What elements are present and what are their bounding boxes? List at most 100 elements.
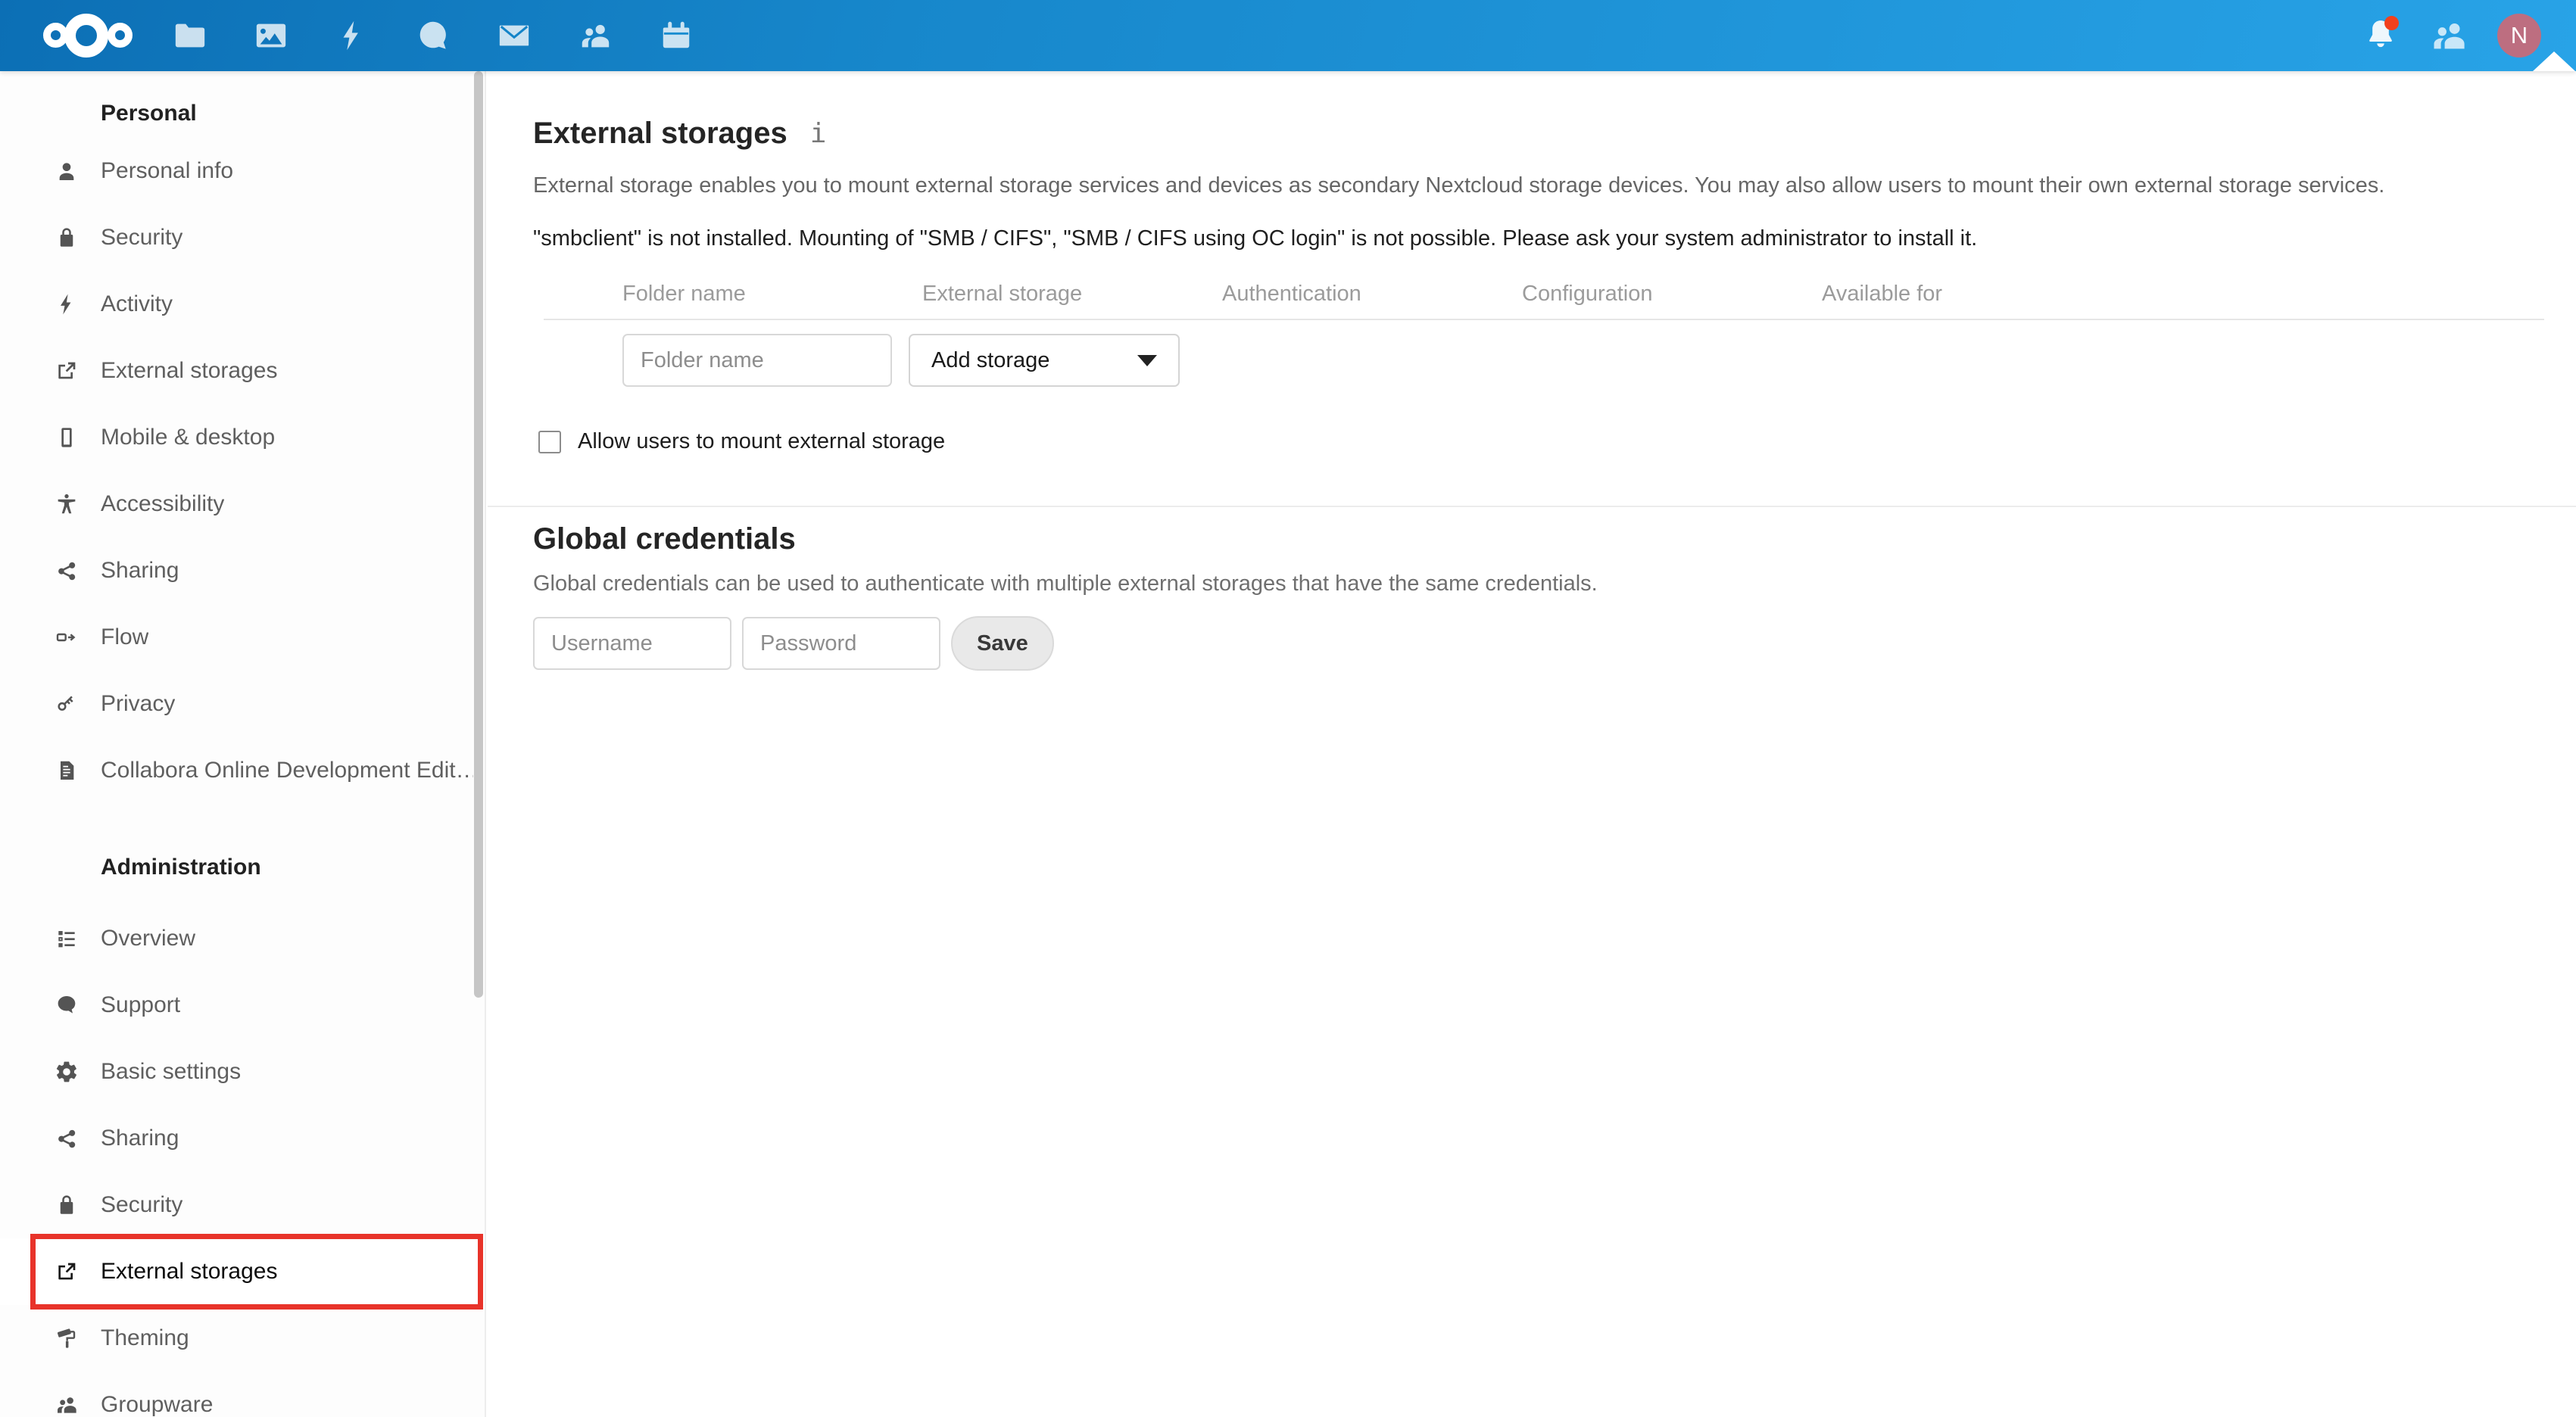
app-activity-lightning-icon[interactable] [335,18,370,53]
external-link-icon [55,1260,79,1284]
sidebar-section-title: Personal [101,101,197,126]
sidebar-item-sharing[interactable]: Sharing [0,537,485,604]
header-right-cluster: N [2361,0,2541,71]
sidebar-item-privacy[interactable]: Privacy [0,671,485,737]
sidebar-item-flow[interactable]: Flow [0,604,485,671]
phone-icon [55,425,79,450]
sidebar-item-sharing[interactable]: Sharing [0,1105,485,1172]
smbclient-warning-text: "smbclient" is not installed. Mounting o… [533,226,1978,251]
allow-mount-label: Allow users to mount external storage [578,429,946,453]
avatar-initial: N [2510,22,2528,48]
sidebar-item-label: Support [101,992,181,1017]
notifications-bell-icon[interactable] [2361,16,2400,55]
logo-circle-right [108,23,133,48]
app-contacts-contacts-icon[interactable] [578,18,613,53]
sidebar-item-label: Flow [101,624,149,649]
lock-icon [55,226,79,250]
sidebar-item-label: Sharing [101,1126,179,1151]
app-navigation [173,18,694,53]
logo-circle-middle [64,14,108,58]
sidebar-item-label: Privacy [101,691,176,716]
sidebar-item-label: Personal info [101,158,234,183]
sidebar-item-label: Basic settings [101,1059,242,1084]
sidebar-item-theming[interactable]: Theming [0,1305,485,1372]
new-storage-row: Add storage [544,334,2544,387]
sidebar-item-label: Security [101,1192,183,1217]
col-header-external-storage: External storage [922,282,1083,306]
sidebar-item-label: Security [101,225,183,250]
col-header-authentication: Authentication [1222,282,1361,306]
top-header: N [0,0,2576,71]
sidebar-section-title: Administration [101,855,261,880]
section-divider [488,506,2576,507]
allow-mount-checkbox[interactable] [538,430,561,453]
sidebar-item-activity[interactable]: Activity [0,271,485,338]
key-icon [55,692,79,716]
nextcloud-logo-icon[interactable] [42,14,133,58]
app-photos-photos-icon[interactable] [254,18,288,53]
settings-sidebar: Personal Personal info Security Activity Ext… [0,71,486,1417]
sidebar-item-personal-info[interactable]: Personal info [0,138,485,204]
avatar-menu-arrow [2533,51,2575,71]
info-icon[interactable]: i [810,118,827,149]
main-content: External storages i External storage ena… [488,71,2576,1417]
sidebar-item-support[interactable]: Support [0,972,485,1039]
accessibility-icon [55,492,79,516]
chat-icon [55,993,79,1017]
sidebar-item-external-storages[interactable]: External storages [0,338,485,404]
add-storage-dropdown[interactable]: Add storage [909,334,1180,387]
app-calendar-calendar-icon[interactable] [659,18,694,53]
chevron-down-icon [1137,354,1157,366]
sidebar-item-basic-settings[interactable]: Basic settings [0,1039,485,1105]
lock-icon [55,1193,79,1217]
sidebar-item-groupware[interactable]: Groupware [0,1372,485,1417]
contacts-menu-icon[interactable] [2429,16,2468,55]
col-header-folder-name: Folder name [622,282,746,306]
flow-icon [55,625,79,649]
save-button[interactable]: Save [951,616,1054,671]
people-icon [55,1393,79,1417]
document-icon [55,758,79,783]
sidebar-scrollbar[interactable] [474,71,483,998]
sidebar-item-label: External storages [101,358,278,383]
sidebar-item-label: Mobile & desktop [101,425,276,450]
allow-mount-row: Allow users to mount external storage [538,429,2544,454]
global-credentials-title: Global credentials [533,522,796,556]
sidebar-item-label: Sharing [101,558,179,583]
sidebar-item-collabora-online-development-edit[interactable]: Collabora Online Development Edit… [0,737,485,804]
lightning-icon [55,292,79,316]
sidebar-item-label: Groupware [101,1392,214,1417]
notification-badge [2384,16,2399,30]
folder-name-input[interactable] [622,334,892,387]
intro-text: External storage enables you to mount ex… [533,173,2385,198]
sidebar-item-label: Overview [101,926,196,951]
list-icon [55,926,79,951]
table-header-row: Folder name External storage Authenticat… [544,282,2544,320]
app-mail-mail-icon[interactable] [497,18,532,53]
share-icon [55,1126,79,1151]
share-icon [55,559,79,583]
sidebar-item-mobile-desktop[interactable]: Mobile & desktop [0,404,485,471]
sidebar-item-label: Activity [101,291,173,316]
global-credentials-form: Save [533,616,2544,671]
add-storage-label: Add storage [931,347,1050,372]
sidebar-item-overview[interactable]: Overview [0,905,485,972]
gear-icon [55,1060,79,1084]
col-header-available-for: Available for [1822,282,1943,306]
app-files-folder-icon[interactable] [173,18,207,53]
sidebar-item-security[interactable]: Security [0,204,485,271]
sidebar-item-security[interactable]: Security [0,1172,485,1238]
external-storage-table: Folder name External storage Authenticat… [544,282,2544,387]
paint-roller-icon [55,1326,79,1350]
external-link-icon [55,359,79,383]
password-field[interactable] [742,617,940,670]
app-talk-talk-icon[interactable] [416,18,451,53]
username-field[interactable] [533,617,731,670]
global-credentials-description: Global credentials can be used to authen… [533,571,1598,596]
sidebar-item-external-storages[interactable]: External storages [0,1234,485,1310]
sidebar-section-administration: Administration Overview Support Basic setti… [0,852,485,1417]
page-title: External storages [533,117,787,150]
user-icon [55,159,79,183]
sidebar-item-accessibility[interactable]: Accessibility [0,471,485,537]
sidebar-item-label: Accessibility [101,491,225,516]
